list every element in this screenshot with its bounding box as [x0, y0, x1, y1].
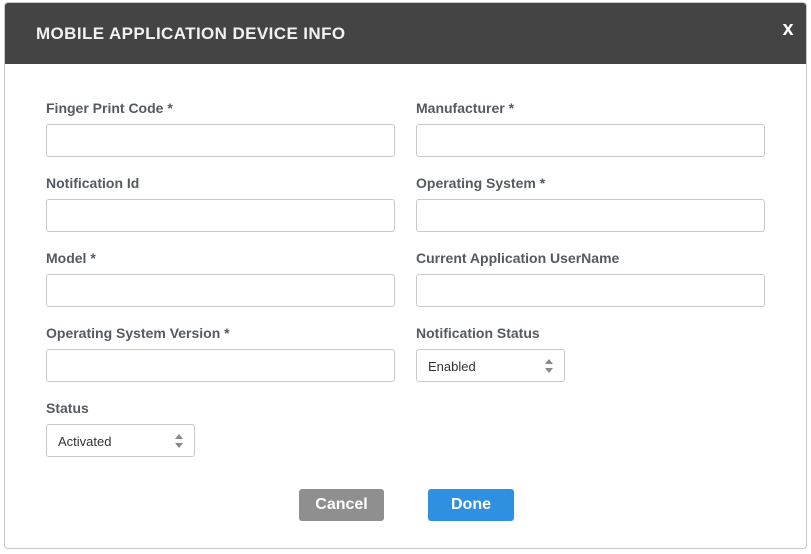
- close-button[interactable]: x: [778, 18, 798, 40]
- operating-system-input[interactable]: [416, 199, 765, 232]
- model-label: Model *: [46, 250, 96, 266]
- device-info-modal: MOBILE APPLICATION DEVICE INFO x Finger …: [4, 2, 807, 549]
- os-version-input[interactable]: [46, 349, 395, 382]
- modal-title: MOBILE APPLICATION DEVICE INFO: [36, 24, 346, 43]
- notification-status-select-value: Enabled: [428, 359, 476, 374]
- select-arrows-icon: [175, 434, 183, 448]
- select-arrows-icon: [545, 359, 553, 373]
- os-version-label: Operating System Version *: [46, 325, 230, 341]
- manufacturer-label: Manufacturer *: [416, 100, 515, 116]
- notification-status-label: Notification Status: [416, 325, 540, 341]
- status-select-value: Activated: [58, 434, 112, 449]
- notification-status-select[interactable]: Enabled: [416, 349, 565, 382]
- cancel-button[interactable]: Cancel: [299, 489, 384, 521]
- close-icon: x: [782, 18, 794, 40]
- done-button[interactable]: Done: [428, 489, 514, 521]
- operating-system-label: Operating System *: [416, 175, 546, 191]
- notification-id-label: Notification Id: [46, 175, 140, 191]
- modal-header: MOBILE APPLICATION DEVICE INFO x: [5, 3, 806, 64]
- model-input[interactable]: [46, 274, 395, 307]
- status-select[interactable]: Activated: [46, 424, 195, 457]
- fingerprint-input[interactable]: [46, 124, 395, 157]
- status-label: Status: [46, 400, 89, 416]
- manufacturer-input[interactable]: [416, 124, 765, 157]
- current-user-label: Current Application UserName: [416, 250, 620, 266]
- notification-id-input[interactable]: [46, 199, 395, 232]
- current-user-input[interactable]: [416, 274, 765, 307]
- fingerprint-label: Finger Print Code *: [46, 100, 173, 116]
